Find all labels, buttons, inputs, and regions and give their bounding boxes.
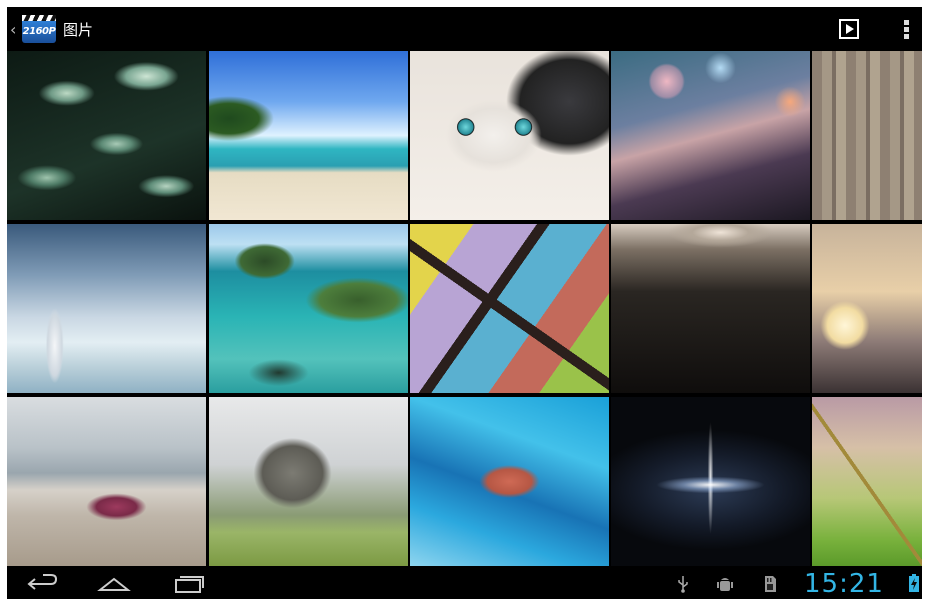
photo-tile-stained-glass[interactable]: [410, 224, 609, 393]
recents-icon: [175, 576, 204, 593]
android-debug-icon: [717, 578, 733, 591]
home-icon: [97, 577, 131, 591]
back-icon: [27, 574, 58, 590]
photo-tile-space-light[interactable]: [611, 397, 810, 566]
action-bar: ‹ 2160P 图片: [7, 7, 922, 51]
photo-tile-starfish[interactable]: [7, 397, 206, 566]
overflow-menu-icon: [904, 20, 909, 39]
system-nav-bar: 15:21: [7, 567, 922, 599]
page-title: 图片: [63, 20, 94, 39]
photo-tile-reed-field[interactable]: [812, 397, 922, 566]
home-button[interactable]: [96, 571, 132, 595]
sd-card-icon: [765, 576, 776, 592]
overflow-menu-button[interactable]: [900, 17, 914, 41]
back-button[interactable]: [25, 571, 61, 595]
app-logo-icon: 2160P: [22, 15, 56, 43]
photo-tile-wood[interactable]: [812, 51, 922, 220]
up-navigation-button[interactable]: ‹ 2160P 图片: [7, 7, 117, 51]
photo-tile-burj-al-arab[interactable]: [7, 224, 206, 393]
recents-button[interactable]: [171, 571, 207, 595]
photo-grid: [7, 51, 922, 567]
photo-tile-cat[interactable]: [410, 51, 609, 220]
photo-tile-island-lagoon[interactable]: [209, 224, 408, 393]
photo-tile-leaves[interactable]: [7, 51, 206, 220]
photo-tile-blue-rock[interactable]: [410, 397, 609, 566]
play-slideshow-icon: [839, 19, 859, 39]
battery-charging-icon: [909, 574, 919, 592]
chevron-left-icon: ‹: [10, 19, 17, 39]
photo-tile-grass-sunset[interactable]: [812, 224, 922, 393]
photo-tile-winding-road[interactable]: [611, 224, 810, 393]
status-clock: 15:21: [804, 569, 884, 599]
app-logo-text: 2160P: [22, 26, 56, 37]
slideshow-button[interactable]: [838, 18, 860, 40]
usb-icon: [678, 576, 688, 593]
photo-tile-elephant[interactable]: [209, 397, 408, 566]
app-window: ‹ 2160P 图片 15:21: [7, 7, 922, 599]
photo-tile-tropical-beach[interactable]: [209, 51, 408, 220]
photo-tile-bokeh[interactable]: [611, 51, 810, 220]
